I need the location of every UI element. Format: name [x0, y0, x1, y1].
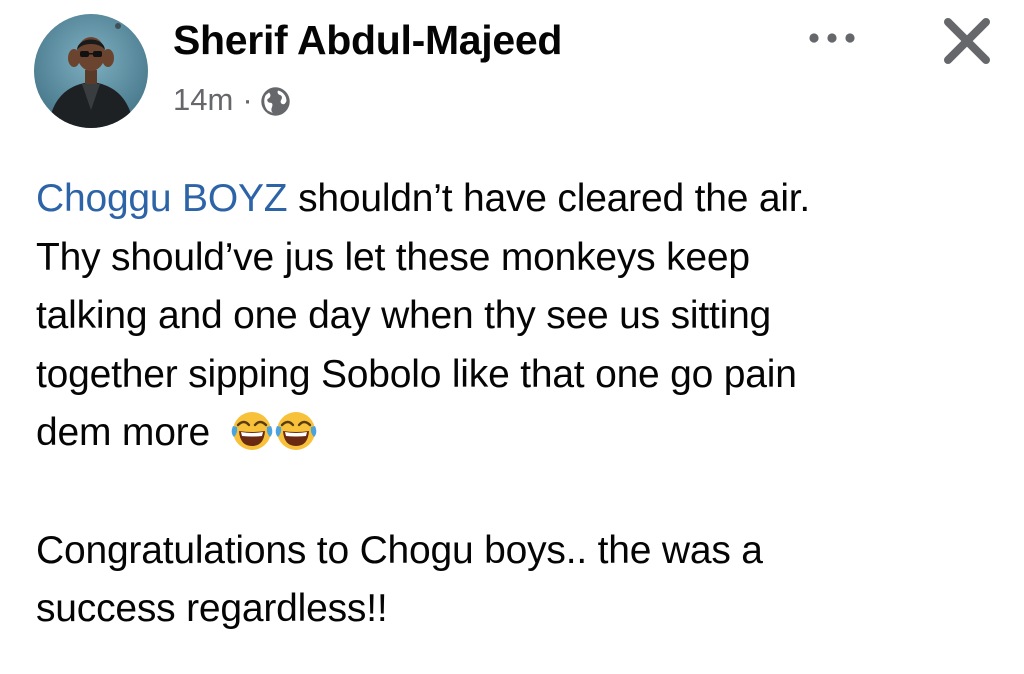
post-text-line: Congratulations to Chogu boys.. the was … [36, 528, 763, 572]
post-meta: 14m · [173, 80, 291, 120]
avatar[interactable] [34, 14, 148, 128]
post-text-line: success regardless!! [36, 587, 388, 630]
post-paragraph-1: Choggu BOYZ shouldn’t have cleared the a… [36, 170, 996, 463]
post-text-line: talking and one day when thy see us sitt… [36, 294, 772, 337]
post-paragraph-2: Congratulations to Chogu boys.. the was … [36, 522, 996, 639]
mention-link[interactable]: Choggu BOYZ [36, 177, 288, 220]
post-text-line: together sipping Sobolo like that one go… [36, 352, 797, 396]
timestamp[interactable]: 14m [173, 82, 233, 118]
post-card: Sherif Abdul-Majeed 14m · Choggu BOYZ sh… [0, 0, 1024, 674]
laughing-tears-emoji-icon [274, 409, 318, 453]
post-text-line: dem more [36, 411, 210, 454]
profile-photo-icon [34, 14, 148, 128]
post-text-line: Thy should’ve jus let these monkeys keep [36, 235, 750, 279]
laughing-tears-emoji-icon [230, 409, 274, 453]
more-options-button[interactable] [798, 18, 866, 58]
meta-separator: · [242, 82, 253, 117]
close-button[interactable] [938, 12, 996, 70]
globe-icon[interactable] [260, 86, 291, 117]
more-horizontal-icon [809, 33, 855, 43]
post-text-line: shouldn’t have cleared the air. [287, 177, 811, 220]
close-icon [944, 18, 990, 64]
post-body: Choggu BOYZ shouldn’t have cleared the a… [36, 170, 996, 639]
emoji-group [230, 411, 318, 454]
author-name[interactable]: Sherif Abdul-Majeed [173, 14, 562, 66]
